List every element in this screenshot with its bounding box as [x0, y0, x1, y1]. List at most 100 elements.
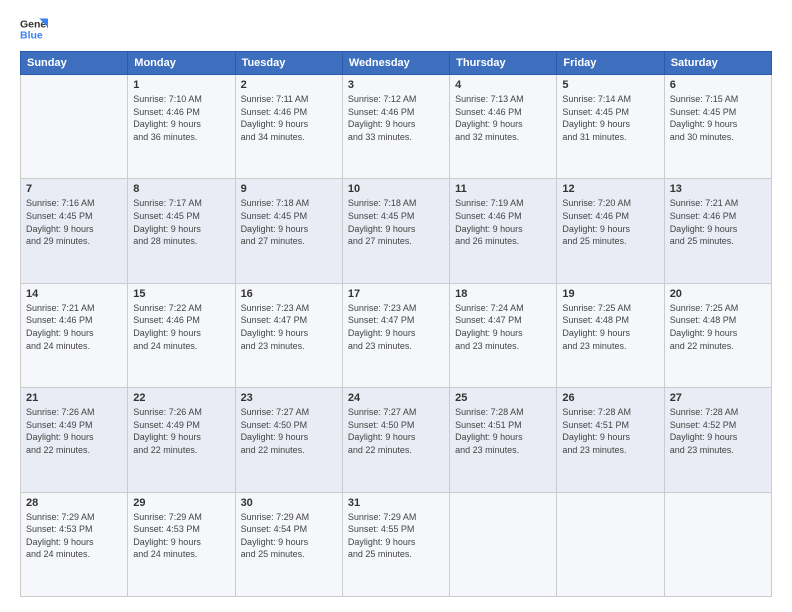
day-info: and 26 minutes. [455, 235, 551, 248]
day-number: 25 [455, 392, 551, 404]
day-info: Sunrise: 7:10 AM [133, 93, 229, 106]
day-info: Sunset: 4:45 PM [670, 106, 766, 119]
day-info: Sunset: 4:51 PM [455, 419, 551, 432]
calendar-cell: 14Sunrise: 7:21 AMSunset: 4:46 PMDayligh… [21, 283, 128, 387]
svg-text:Blue: Blue [20, 30, 43, 42]
day-number: 26 [562, 392, 658, 404]
day-info: Sunrise: 7:29 AM [241, 511, 337, 524]
day-info: Sunrise: 7:13 AM [455, 93, 551, 106]
day-info: and 23 minutes. [562, 444, 658, 457]
day-info: Sunset: 4:49 PM [26, 419, 122, 432]
day-info: Daylight: 9 hours [26, 223, 122, 236]
day-info: and 23 minutes. [241, 340, 337, 353]
day-info: and 25 minutes. [670, 235, 766, 248]
day-info: Daylight: 9 hours [348, 536, 444, 549]
day-info: and 32 minutes. [455, 131, 551, 144]
day-info: and 22 minutes. [670, 340, 766, 353]
day-info: Sunrise: 7:11 AM [241, 93, 337, 106]
day-info: and 25 minutes. [348, 548, 444, 561]
day-info: Sunrise: 7:19 AM [455, 197, 551, 210]
day-info: Sunset: 4:46 PM [670, 210, 766, 223]
day-number: 24 [348, 392, 444, 404]
calendar-cell: 5Sunrise: 7:14 AMSunset: 4:45 PMDaylight… [557, 75, 664, 179]
day-info: Sunset: 4:46 PM [241, 106, 337, 119]
day-info: Daylight: 9 hours [348, 118, 444, 131]
day-info: Sunrise: 7:27 AM [348, 406, 444, 419]
day-info: Sunrise: 7:25 AM [670, 302, 766, 315]
day-info: Sunrise: 7:28 AM [455, 406, 551, 419]
calendar-table: SundayMondayTuesdayWednesdayThursdayFrid… [20, 51, 772, 597]
header-cell-thursday: Thursday [450, 52, 557, 75]
calendar-cell: 19Sunrise: 7:25 AMSunset: 4:48 PMDayligh… [557, 283, 664, 387]
day-info: and 29 minutes. [26, 235, 122, 248]
day-info: Sunset: 4:54 PM [241, 523, 337, 536]
day-info: Daylight: 9 hours [26, 327, 122, 340]
day-info: Sunrise: 7:21 AM [26, 302, 122, 315]
calendar-cell: 12 Sunrise: 7:20 AMSunset: 4:46 PMDayligh… [557, 179, 664, 283]
day-info: and 24 minutes. [133, 340, 229, 353]
day-number: 29 [133, 497, 229, 509]
day-info: Sunrise: 7:26 AM [133, 406, 229, 419]
calendar-header: SundayMondayTuesdayWednesdayThursdayFrid… [21, 52, 772, 75]
day-info: Sunset: 4:46 PM [562, 210, 658, 223]
day-info: Sunset: 4:47 PM [241, 314, 337, 327]
day-number: 20 [670, 288, 766, 300]
day-info: Daylight: 9 hours [455, 431, 551, 444]
day-info: Daylight: 9 hours [241, 118, 337, 131]
day-info: Daylight: 9 hours [562, 327, 658, 340]
day-number: 3 [348, 79, 444, 91]
calendar-cell: 13Sunrise: 7:21 AMSunset: 4:46 PMDayligh… [664, 179, 771, 283]
calendar-cell: 25 Sunrise: 7:28 AMSunset: 4:51 PMDayligh… [450, 388, 557, 492]
header-cell-wednesday: Wednesday [342, 52, 449, 75]
day-info: Sunrise: 7:20 AM [562, 197, 658, 210]
day-number: 12 [562, 183, 658, 195]
day-info: Sunrise: 7:16 AM [26, 197, 122, 210]
day-info: Sunset: 4:49 PM [133, 419, 229, 432]
day-info: Sunrise: 7:18 AM [241, 197, 337, 210]
day-info: and 30 minutes. [670, 131, 766, 144]
day-info: Daylight: 9 hours [562, 223, 658, 236]
day-info: Sunrise: 7:27 AM [241, 406, 337, 419]
day-info: Daylight: 9 hours [241, 223, 337, 236]
day-info: and 23 minutes. [348, 340, 444, 353]
day-number: 2 [241, 79, 337, 91]
calendar-cell [557, 492, 664, 596]
day-info: Sunset: 4:50 PM [241, 419, 337, 432]
day-info: Daylight: 9 hours [562, 118, 658, 131]
week-row-2: 14Sunrise: 7:21 AMSunset: 4:46 PMDayligh… [21, 283, 772, 387]
day-info: Daylight: 9 hours [133, 431, 229, 444]
day-info: Sunset: 4:46 PM [455, 210, 551, 223]
week-row-4: 28Sunrise: 7:29 AMSunset: 4:53 PMDayligh… [21, 492, 772, 596]
calendar-cell [664, 492, 771, 596]
day-info: Daylight: 9 hours [133, 327, 229, 340]
day-info: Sunrise: 7:29 AM [26, 511, 122, 524]
day-info: and 27 minutes. [241, 235, 337, 248]
day-number: 15 [133, 288, 229, 300]
day-info: Daylight: 9 hours [348, 327, 444, 340]
day-number: 16 [241, 288, 337, 300]
day-info: Sunrise: 7:28 AM [670, 406, 766, 419]
day-info: Sunrise: 7:12 AM [348, 93, 444, 106]
day-number: 9 [241, 183, 337, 195]
day-info: Sunrise: 7:21 AM [670, 197, 766, 210]
day-number: 31 [348, 497, 444, 509]
day-info: Daylight: 9 hours [348, 223, 444, 236]
day-number: 17 [348, 288, 444, 300]
day-info: Daylight: 9 hours [348, 431, 444, 444]
day-number: 22 [133, 392, 229, 404]
day-info: and 23 minutes. [455, 444, 551, 457]
day-info: and 33 minutes. [348, 131, 444, 144]
day-info: Sunrise: 7:14 AM [562, 93, 658, 106]
day-number: 19 [562, 288, 658, 300]
day-info: and 22 minutes. [241, 444, 337, 457]
day-info: and 28 minutes. [133, 235, 229, 248]
day-info: and 22 minutes. [26, 444, 122, 457]
day-info: Sunrise: 7:23 AM [348, 302, 444, 315]
day-info: and 25 minutes. [241, 548, 337, 561]
day-info: Sunrise: 7:23 AM [241, 302, 337, 315]
day-number: 13 [670, 183, 766, 195]
day-info: Sunrise: 7:22 AM [133, 302, 229, 315]
day-number: 27 [670, 392, 766, 404]
day-info: Daylight: 9 hours [455, 223, 551, 236]
day-info: and 23 minutes. [562, 340, 658, 353]
